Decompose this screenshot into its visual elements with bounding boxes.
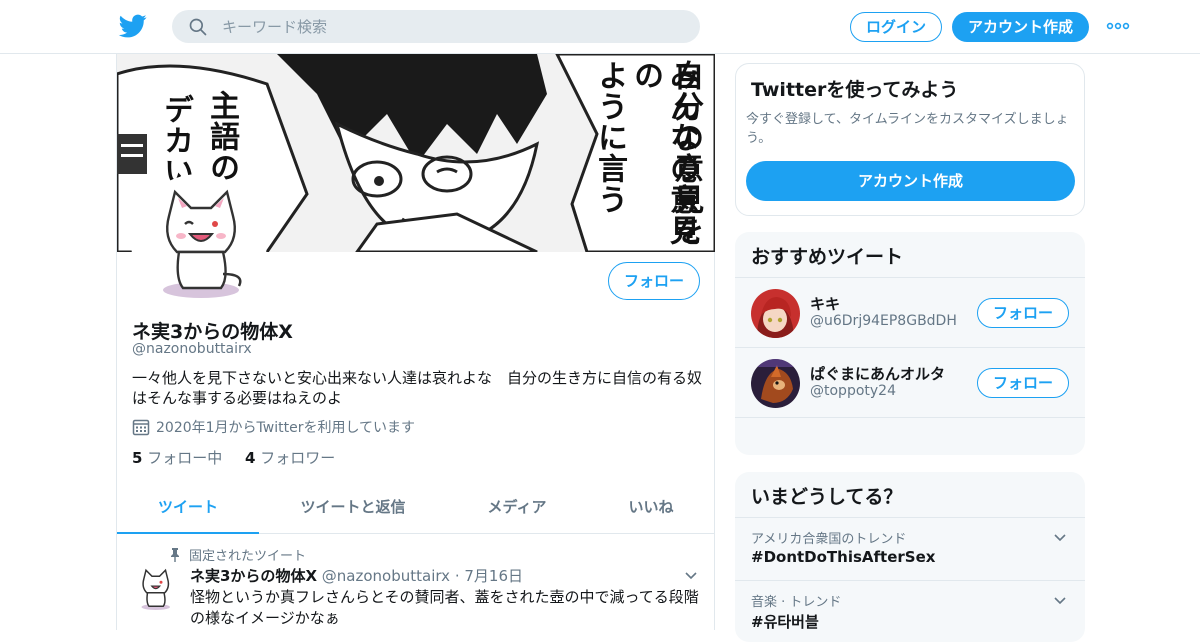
search-box[interactable] xyxy=(172,10,700,43)
chevron-down-icon[interactable] xyxy=(1053,593,1067,607)
tweet-separator: · xyxy=(454,567,460,585)
tab-likes[interactable]: いいね xyxy=(587,482,715,534)
profile-column: 自分の意見を みんなの意見の ように言う 主語の デカい フォロー ネ実3からの… xyxy=(116,54,715,630)
following-stat[interactable]: 5 フォロー中 xyxy=(132,447,222,468)
trend-context: アメリカ合衆国のトレンド xyxy=(751,532,907,547)
user-name[interactable]: ぱぐまにあんオルタ xyxy=(810,363,945,384)
trends-title: いまどうしてる？ xyxy=(751,486,903,508)
pinned-label: 固定されたツイート xyxy=(189,549,307,564)
chevron-down-icon[interactable] xyxy=(1053,530,1067,544)
trend-item[interactable]: アメリカ合衆国のトレンド #DontDoThisAfterSex xyxy=(735,517,1085,579)
tab-tweets-and-replies[interactable]: ツイートと返信 xyxy=(259,482,447,534)
recommended-users-card: おすすめツイート キキ @u6Drj94EP8GBdDH フォロー ぱぐまにあん… xyxy=(735,232,1085,455)
tweet-avatar[interactable] xyxy=(131,565,179,613)
calendar-icon xyxy=(132,419,150,436)
followers-stat[interactable]: 4 フォロワー xyxy=(245,447,335,468)
signup-card: Twitterを使ってみよう 今すぐ登録して、タイムラインをカスタマイズしましょ… xyxy=(735,63,1085,216)
profile-handle[interactable]: @nazonobuttairx xyxy=(132,341,252,357)
trend-item[interactable]: 音楽 · トレンド #유타버블 xyxy=(735,580,1085,642)
twitter-bird-icon[interactable] xyxy=(118,12,148,40)
trend-tag[interactable]: #유타버블 xyxy=(751,611,819,632)
tweet-author-handle[interactable]: @nazonobuttairx xyxy=(322,567,450,585)
banner-caption-4: 主語の xyxy=(204,90,239,183)
tab-media[interactable]: メディア xyxy=(447,482,587,534)
banner-caption-3: ように言う xyxy=(592,60,627,215)
banner-caption-2: みんなの意見の xyxy=(628,60,699,246)
dark-fox-avatar-image xyxy=(751,359,800,408)
banner-caption-5: デカい xyxy=(158,94,193,187)
login-button[interactable]: ログイン xyxy=(850,12,942,42)
user-handle[interactable]: @u6Drj94EP8GBdDH xyxy=(810,313,957,329)
tweet-date[interactable]: 7月16日 xyxy=(464,567,523,585)
following-label: フォロー中 xyxy=(147,449,223,467)
follow-user-button[interactable]: フォロー xyxy=(977,368,1069,398)
followers-label: フォロワー xyxy=(260,449,336,467)
trends-card: いまどうしてる？ アメリカ合衆国のトレンド #DontDoThisAfterSe… xyxy=(735,472,1085,642)
tweet-header: ネ実3からの物体X @nazonobuttairx · 7月16日 xyxy=(190,565,523,586)
tab-tweets[interactable]: ツイート xyxy=(117,482,259,534)
recommended-footer xyxy=(735,417,1085,455)
trend-tag[interactable]: #DontDoThisAfterSex xyxy=(751,548,935,566)
user-name[interactable]: キキ xyxy=(810,293,840,314)
recommended-user[interactable]: ぱぐまにあんオルタ @toppoty24 フォロー xyxy=(735,347,1085,417)
signup-card-button[interactable]: アカウント作成 xyxy=(746,161,1075,201)
tweet-author-name[interactable]: ネ実3からの物体X xyxy=(190,567,317,585)
user-avatar[interactable] xyxy=(751,359,800,408)
pinned-tweet[interactable]: 固定されたツイート ネ実3からの物体X @nazonobuttairx · 7月… xyxy=(117,535,715,630)
tweet-text: 怪物というか真フレさんらとその賛同者、蓋をされた壺の中で減ってる段階の様なイメー… xyxy=(190,588,699,627)
user-avatar[interactable] xyxy=(751,289,800,338)
following-count: 5 xyxy=(132,449,143,467)
cat-avatar-image xyxy=(131,565,179,613)
pinned-indicator: 固定されたツイート xyxy=(169,545,306,564)
profile-avatar[interactable] xyxy=(131,174,267,310)
profile-bio: 一々他人を見下さないと安心出来ない人達は哀れよな 自分の生き方に自信の有る奴はそ… xyxy=(132,369,703,407)
follow-button[interactable]: フォロー xyxy=(608,262,700,300)
signup-card-description: 今すぐ登録して、タイムラインをカスタマイズしましょう。 xyxy=(746,112,1069,146)
red-hair-avatar-image xyxy=(751,289,800,338)
profile-display-name: ネ実3からの物体X xyxy=(132,321,293,343)
profile-joined-date: 2020年1月からTwitterを利用しています xyxy=(132,417,415,437)
recommended-user[interactable]: キキ @u6Drj94EP8GBdDH フォロー xyxy=(735,277,1085,347)
search-icon xyxy=(189,18,207,36)
pin-icon xyxy=(171,548,179,562)
cat-avatar-image xyxy=(163,189,242,298)
follow-user-button[interactable]: フォロー xyxy=(977,298,1069,328)
signup-button[interactable]: アカウント作成 xyxy=(952,12,1089,42)
recommended-title: おすすめツイート xyxy=(751,246,904,268)
more-dots-icon[interactable] xyxy=(1106,17,1130,35)
search-input[interactable] xyxy=(222,10,682,43)
followers-count: 4 xyxy=(245,449,256,467)
profile-stats: 5 フォロー中 4 フォロワー xyxy=(132,447,353,468)
user-handle[interactable]: @toppoty24 xyxy=(810,383,896,399)
profile-tabs: ツイート ツイートと返信 メディア いいね xyxy=(117,482,715,534)
joined-text: 2020年1月からTwitterを利用しています xyxy=(156,420,416,436)
chevron-down-icon[interactable] xyxy=(683,567,699,583)
trend-context: 音楽 · トレンド xyxy=(751,595,842,610)
top-navigation-bar: ログイン アカウント作成 xyxy=(0,0,1200,54)
signup-card-title: Twitterを使ってみよう xyxy=(751,79,959,101)
